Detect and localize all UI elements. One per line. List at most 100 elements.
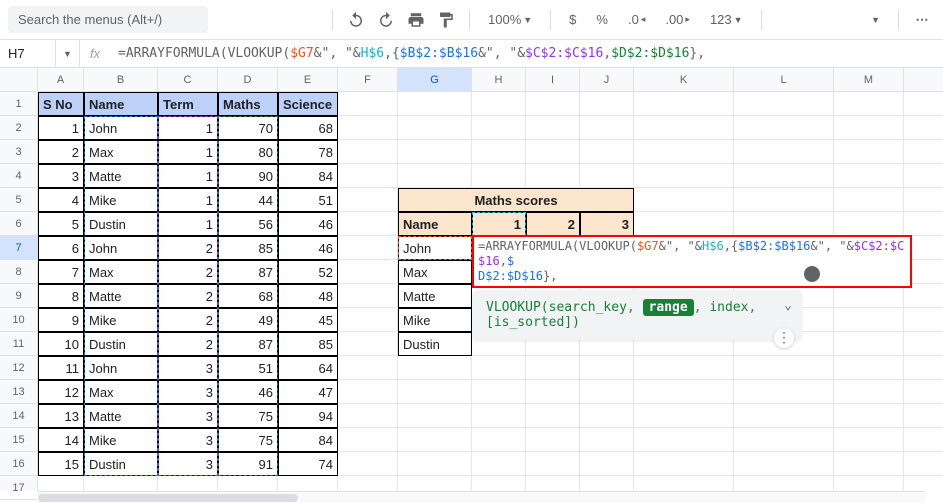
formula-drag-handle[interactable] — [804, 266, 820, 282]
row-header-16[interactable]: 16 — [0, 452, 37, 476]
table-cell[interactable]: 47 — [278, 380, 338, 404]
side-header[interactable]: 2 — [526, 212, 580, 236]
row-header-9[interactable]: 9 — [0, 284, 37, 308]
table-cell[interactable]: 1 — [158, 212, 218, 236]
table-cell[interactable]: 3 — [158, 428, 218, 452]
increase-decimal-button[interactable]: .00▸ — [657, 12, 698, 27]
table-cell[interactable]: 5 — [38, 212, 84, 236]
grid-cells[interactable]: S NoNameTermMathsScience1John170682Max18… — [38, 92, 943, 491]
decrease-decimal-button[interactable]: .0◂ — [620, 12, 653, 27]
row-header-4[interactable]: 4 — [0, 164, 37, 188]
table-cell[interactable]: Max — [84, 380, 158, 404]
main-header-s-no[interactable]: S No — [38, 92, 84, 116]
table-cell[interactable]: John — [84, 116, 158, 140]
table-cell[interactable]: 85 — [218, 236, 278, 260]
table-cell[interactable]: 78 — [278, 140, 338, 164]
table-cell[interactable]: 2 — [38, 140, 84, 164]
table-cell[interactable]: 3 — [158, 380, 218, 404]
row-header-2[interactable]: 2 — [0, 116, 37, 140]
select-all-corner[interactable] — [0, 68, 38, 92]
table-cell[interactable]: Matte — [84, 284, 158, 308]
table-cell[interactable]: 15 — [38, 452, 84, 476]
main-header-term[interactable]: Term — [158, 92, 218, 116]
table-cell[interactable]: 45 — [278, 308, 338, 332]
table-cell[interactable]: 91 — [218, 452, 278, 476]
table-cell[interactable]: 87 — [218, 260, 278, 284]
table-cell[interactable]: 51 — [218, 356, 278, 380]
more-toolbar-button[interactable]: ⋯ — [909, 7, 935, 33]
row-header-10[interactable]: 10 — [0, 308, 37, 332]
table-cell[interactable]: 84 — [278, 164, 338, 188]
row-header-17[interactable]: 17 — [0, 476, 37, 500]
redo-button[interactable] — [373, 7, 399, 33]
main-header-maths[interactable]: Maths — [218, 92, 278, 116]
row-header-3[interactable]: 3 — [0, 140, 37, 164]
table-cell[interactable]: 8 — [38, 284, 84, 308]
table-cell[interactable]: 1 — [158, 188, 218, 212]
table-cell[interactable]: 75 — [218, 404, 278, 428]
row-header-14[interactable]: 14 — [0, 404, 37, 428]
column-header-E[interactable]: E — [278, 68, 338, 91]
more-options-icon[interactable]: ⋮ — [774, 328, 794, 348]
side-name-cell[interactable]: Max — [398, 260, 472, 284]
side-name-cell[interactable]: John — [398, 236, 472, 260]
table-cell[interactable]: 3 — [38, 164, 84, 188]
table-cell[interactable]: 90 — [218, 164, 278, 188]
table-cell[interactable]: 6 — [38, 236, 84, 260]
column-header-G[interactable]: G — [398, 68, 472, 91]
row-header-6[interactable]: 6 — [0, 212, 37, 236]
table-cell[interactable]: 1 — [158, 164, 218, 188]
table-cell[interactable]: 13 — [38, 404, 84, 428]
column-header-B[interactable]: B — [84, 68, 158, 91]
more-formats-button[interactable]: 123▼ — [702, 12, 751, 27]
table-cell[interactable]: 68 — [278, 116, 338, 140]
formula-input[interactable]: =ARRAYFORMULA(VLOOKUP($G7&", "&H$6,{$B$2… — [110, 46, 943, 61]
table-cell[interactable]: 87 — [218, 332, 278, 356]
table-cell[interactable]: 44 — [218, 188, 278, 212]
row-header-8[interactable]: 8 — [0, 260, 37, 284]
table-cell[interactable]: Max — [84, 260, 158, 284]
column-header-I[interactable]: I — [526, 68, 580, 91]
column-header-M[interactable]: M — [834, 68, 904, 91]
table-cell[interactable]: Mike — [84, 308, 158, 332]
table-cell[interactable]: 1 — [158, 116, 218, 140]
row-header-15[interactable]: 15 — [0, 428, 37, 452]
column-header-A[interactable]: A — [38, 68, 84, 91]
table-cell[interactable]: 10 — [38, 332, 84, 356]
column-header-C[interactable]: C — [158, 68, 218, 91]
table-cell[interactable]: Dustin — [84, 212, 158, 236]
table-cell[interactable]: 80 — [218, 140, 278, 164]
chevron-down-icon[interactable]: ⌄ — [784, 298, 792, 313]
table-cell[interactable]: Dustin — [84, 332, 158, 356]
table-cell[interactable]: Matte — [84, 164, 158, 188]
table-cell[interactable]: 70 — [218, 116, 278, 140]
font-selector[interactable]: ▼ — [863, 15, 888, 25]
table-cell[interactable]: 46 — [278, 212, 338, 236]
table-cell[interactable]: 94 — [278, 404, 338, 428]
table-cell[interactable]: 2 — [158, 260, 218, 284]
table-cell[interactable]: 2 — [158, 332, 218, 356]
table-cell[interactable]: John — [84, 356, 158, 380]
column-header-H[interactable]: H — [472, 68, 526, 91]
row-header-1[interactable]: 1 — [0, 92, 37, 116]
table-cell[interactable]: John — [84, 236, 158, 260]
print-button[interactable] — [403, 7, 429, 33]
row-header-7[interactable]: 7 — [0, 236, 37, 260]
main-header-name[interactable]: Name — [84, 92, 158, 116]
table-cell[interactable]: 64 — [278, 356, 338, 380]
table-cell[interactable]: Dustin — [84, 452, 158, 476]
table-cell[interactable]: 56 — [218, 212, 278, 236]
name-box[interactable]: H7 — [0, 40, 56, 67]
table-cell[interactable]: 2 — [158, 236, 218, 260]
currency-button[interactable]: $ — [561, 12, 584, 27]
paint-format-button[interactable] — [433, 7, 459, 33]
undo-button[interactable] — [343, 7, 369, 33]
side-name-cell[interactable]: Dustin — [398, 332, 472, 356]
table-cell[interactable]: 49 — [218, 308, 278, 332]
table-cell[interactable]: 11 — [38, 356, 84, 380]
formula-edit-overlay[interactable]: =ARRAYFORMULA(VLOOKUP($G7&", "&H$6,{$B$2… — [472, 235, 912, 288]
table-cell[interactable]: 3 — [158, 452, 218, 476]
table-cell[interactable]: 4 — [38, 188, 84, 212]
table-cell[interactable]: 84 — [278, 428, 338, 452]
table-cell[interactable]: 1 — [38, 116, 84, 140]
